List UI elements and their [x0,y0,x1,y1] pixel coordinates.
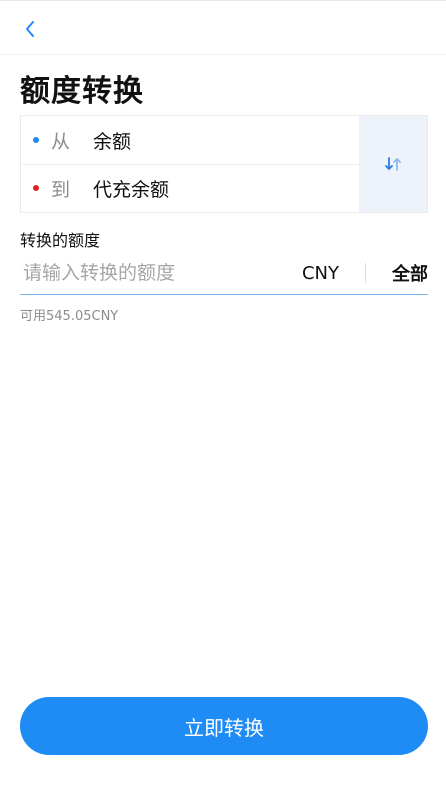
to-dot [33,185,39,191]
chevron-left-icon [26,21,34,37]
swap-vertical-icon [385,157,401,171]
amount-label: 转换的额度 [20,231,101,250]
back-button[interactable] [18,17,42,41]
from-dot [33,137,39,143]
amount-input[interactable] [20,253,302,293]
to-label: 到 [51,178,71,201]
to-account-row[interactable]: 到 代充余额 [21,164,359,212]
top-bar [0,0,446,55]
swap-button[interactable] [359,116,427,212]
transfer-card: 从 余额 到 代充余额 [20,115,428,213]
page-title: 额度转换 [20,74,144,109]
divider [365,263,366,283]
convert-now-button[interactable]: 立即转换 [20,697,428,755]
amount-field-row: CNY 全部 [20,252,428,295]
all-button[interactable]: 全部 [392,260,428,286]
page: 额度转换 从 余额 到 代充余额 转换的额度 CNY 全部 可用545.05CN… [0,0,446,793]
available-balance: 可用545.05CNY [20,309,119,324]
from-account-row[interactable]: 从 余额 [21,116,359,165]
currency-label: CNY [301,262,339,284]
from-label: 从 [51,130,71,153]
to-account-value: 代充余额 [93,178,170,201]
from-account-value: 余额 [93,130,132,153]
